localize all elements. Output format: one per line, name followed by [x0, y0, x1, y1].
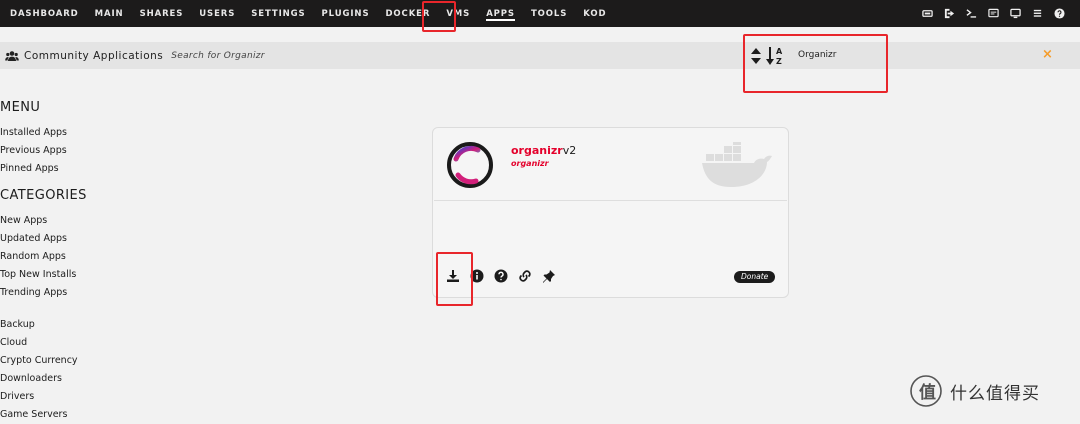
app-author[interactable]: organizr [511, 159, 549, 168]
sidebar-category-random-apps[interactable]: Random Apps [0, 248, 140, 266]
nav-tab-dashboard[interactable]: DASHBOARD [2, 0, 87, 27]
watermark-logo-icon: 值 [910, 375, 942, 407]
nav-tab-settings[interactable]: SETTINGS [243, 0, 313, 27]
app-card[interactable]: organizrv2 organizr Donate [432, 127, 789, 298]
app-name[interactable]: organizrv2 [511, 144, 576, 157]
sidebar-item-installed-apps[interactable]: Installed Apps [0, 124, 140, 142]
sidebar-category-backup[interactable]: Backup [0, 316, 140, 334]
pin-icon[interactable] [541, 268, 556, 283]
watermark-text: 什么值得买 [950, 383, 1040, 404]
card-divider [434, 200, 787, 201]
search-label: Search for Organizr [171, 50, 265, 61]
nav-tab-tools[interactable]: TOOLS [523, 0, 575, 27]
nav-tab-main[interactable]: MAIN [87, 0, 132, 27]
sidebar-category-top-new-installs[interactable]: Top New Installs [0, 266, 140, 284]
top-nav: DASHBOARD MAIN SHARES USERS SETTINGS PLUGINS D… [0, 0, 1080, 27]
sidebar-item-pinned-apps[interactable]: Pinned Apps [0, 160, 140, 178]
sidebar-category-trending-apps[interactable]: Trending Apps [0, 284, 140, 302]
menu-heading: MENU [0, 100, 41, 115]
title-bar: Community Applications Search for Organi… [0, 42, 1080, 69]
logout-icon[interactable] [938, 0, 960, 27]
sidebar-category-drivers[interactable]: Drivers [0, 388, 140, 406]
sidebar-category-crypto-currency[interactable]: Crypto Currency [0, 352, 140, 370]
nav-icons [916, 0, 1070, 27]
donate-button[interactable]: Donate [734, 271, 776, 283]
highlight-install-button [436, 252, 473, 306]
close-search-icon[interactable]: × [1042, 47, 1053, 62]
sidebar-category-cloud[interactable]: Cloud [0, 334, 140, 352]
watermark: 值 什么值得买 [910, 375, 1040, 407]
sidebar-category-new-apps[interactable]: New Apps [0, 212, 140, 230]
page-title: Community Applications [24, 49, 164, 62]
link-icon[interactable] [517, 268, 532, 283]
app-name-suffix: v2 [562, 144, 577, 157]
category-list-more: Backup Cloud Crypto Currency Downloaders Dri… [0, 316, 140, 424]
app-name-main: organizr [511, 144, 563, 157]
support-question-icon[interactable] [493, 268, 508, 283]
monitor-icon[interactable] [1004, 0, 1026, 27]
terminal-icon[interactable] [960, 0, 982, 27]
help-icon[interactable] [1048, 0, 1070, 27]
sidebar-item-previous-apps[interactable]: Previous Apps [0, 142, 140, 160]
nav-items: DASHBOARD MAIN SHARES USERS SETTINGS PLUGINS D… [0, 0, 614, 27]
categories-heading: CATEGORIES [0, 188, 87, 203]
menu-list: Installed Apps Previous Apps Pinned Apps [0, 124, 140, 178]
sidebar: MENU Installed Apps Previous Apps Pinned A… [0, 99, 140, 424]
users-icon [5, 50, 19, 61]
log-icon[interactable] [1026, 0, 1048, 27]
nav-tab-shares[interactable]: SHARES [132, 0, 192, 27]
docker-icon [702, 142, 772, 187]
feedback-icon[interactable] [982, 0, 1004, 27]
nav-tab-plugins[interactable]: PLUGINS [314, 0, 378, 27]
svg-text:值: 值 [919, 382, 936, 403]
highlight-sort-search [743, 34, 888, 93]
category-list: New Apps Updated Apps Random Apps Top New I… [0, 212, 140, 302]
nav-tab-kod[interactable]: KOD [575, 0, 614, 27]
organizr-logo-icon [447, 142, 493, 188]
sidebar-category-downloaders[interactable]: Downloaders [0, 370, 140, 388]
sidebar-category-updated-apps[interactable]: Updated Apps [0, 230, 140, 248]
nav-tab-apps[interactable]: APPS [478, 0, 523, 27]
highlight-apps-tab [422, 1, 456, 32]
switch-icon[interactable] [916, 0, 938, 27]
sidebar-category-game-servers[interactable]: Game Servers [0, 406, 140, 424]
nav-tab-users[interactable]: USERS [191, 0, 243, 27]
